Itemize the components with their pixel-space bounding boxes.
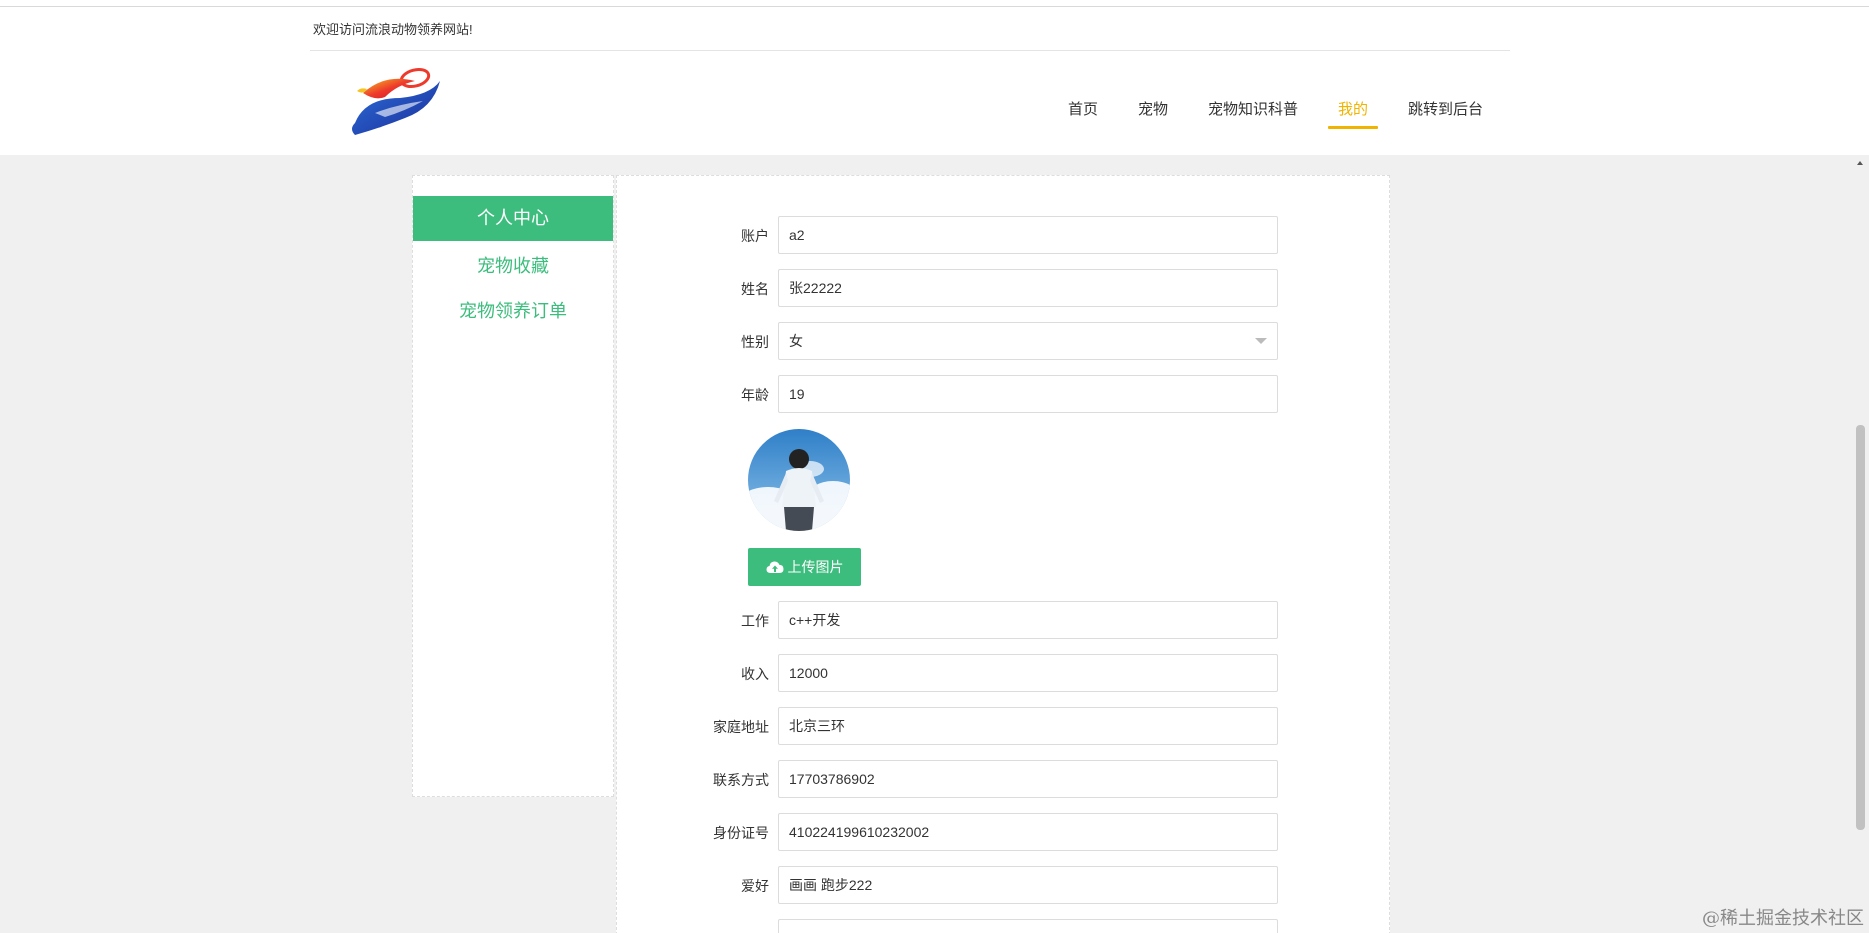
form-row-age: 年龄 19 <box>617 375 1391 413</box>
nav-mine[interactable]: 我的 <box>1338 98 1368 119</box>
welcome-text: 欢迎访问流浪动物领养网站! <box>313 22 473 37</box>
cloud-upload-icon <box>766 561 783 573</box>
chevron-down-icon <box>1255 338 1267 344</box>
name-input[interactable]: 张22222 <box>778 269 1278 307</box>
site-header: 欢迎访问流浪动物领养网站! 首页 宠物 宠物知识科普 我的 跳转到后台 <box>0 0 1869 155</box>
account-label: 账户 <box>741 228 769 244</box>
form-row-account: 账户 a2 <box>617 216 1391 254</box>
watermark: @稀土掘金技术社区 <box>1702 908 1864 929</box>
upload-image-button[interactable]: 上传图片 <box>748 548 861 586</box>
page-scrollbar[interactable] <box>1852 155 1869 933</box>
nav-home[interactable]: 首页 <box>1068 98 1098 119</box>
age-input[interactable]: 19 <box>778 375 1278 413</box>
gender-select[interactable]: 女 <box>778 322 1278 360</box>
hobby-input[interactable]: 画画 跑步222 <box>778 866 1278 904</box>
profile-form-panel: 账户 a2 姓名 张22222 性别 女 年龄 19 上传图片 工作 c++开发… <box>616 175 1390 933</box>
age-label: 年龄 <box>741 387 769 403</box>
user-sidebar: 个人中心 宠物收藏 宠物领养订单 <box>412 175 614 797</box>
contact-label: 联系方式 <box>713 772 769 788</box>
contact-input[interactable]: 17703786902 <box>778 760 1278 798</box>
sidebar-item-favorites[interactable]: 宠物收藏 <box>413 251 613 281</box>
form-row-id-card: 身份证号 410224199610232002 <box>617 813 1391 851</box>
income-label: 收入 <box>741 666 769 682</box>
nav-pet-knowledge[interactable]: 宠物知识科普 <box>1208 98 1298 119</box>
id-card-input[interactable]: 410224199610232002 <box>778 813 1278 851</box>
nav-active-indicator <box>1328 126 1378 129</box>
income-input[interactable]: 12000 <box>778 654 1278 692</box>
upload-button-label: 上传图片 <box>787 559 844 575</box>
nav-admin[interactable]: 跳转到后台 <box>1408 98 1483 119</box>
form-row-gender: 性别 女 <box>617 322 1391 360</box>
sidebar-item-adoption-orders[interactable]: 宠物领养订单 <box>413 296 613 326</box>
job-input[interactable]: c++开发 <box>778 601 1278 639</box>
top-divider <box>0 6 1869 7</box>
form-row-name: 姓名 张22222 <box>617 269 1391 307</box>
address-input[interactable]: 北京三环 <box>778 707 1278 745</box>
next-field-input[interactable] <box>778 919 1278 933</box>
form-row-address: 家庭地址 北京三环 <box>617 707 1391 745</box>
header-divider <box>310 50 1510 51</box>
address-label: 家庭地址 <box>713 719 769 735</box>
scrollbar-thumb[interactable] <box>1856 425 1865 830</box>
sidebar-item-profile[interactable]: 个人中心 <box>413 196 613 241</box>
nav-pets[interactable]: 宠物 <box>1138 98 1168 119</box>
account-input[interactable]: a2 <box>778 216 1278 254</box>
form-row-next <box>617 919 1391 933</box>
name-label: 姓名 <box>741 281 769 297</box>
gender-label: 性别 <box>741 334 769 350</box>
id-card-label: 身份证号 <box>713 825 769 841</box>
form-row-job: 工作 c++开发 <box>617 601 1391 639</box>
avatar <box>748 429 850 531</box>
form-row-hobby: 爱好 画画 跑步222 <box>617 866 1391 904</box>
scroll-up-arrow-icon[interactable] <box>1857 161 1863 165</box>
job-label: 工作 <box>741 613 769 629</box>
site-logo[interactable] <box>345 63 445 143</box>
form-row-contact: 联系方式 17703786902 <box>617 760 1391 798</box>
hobby-label: 爱好 <box>741 878 769 894</box>
form-row-income: 收入 12000 <box>617 654 1391 692</box>
